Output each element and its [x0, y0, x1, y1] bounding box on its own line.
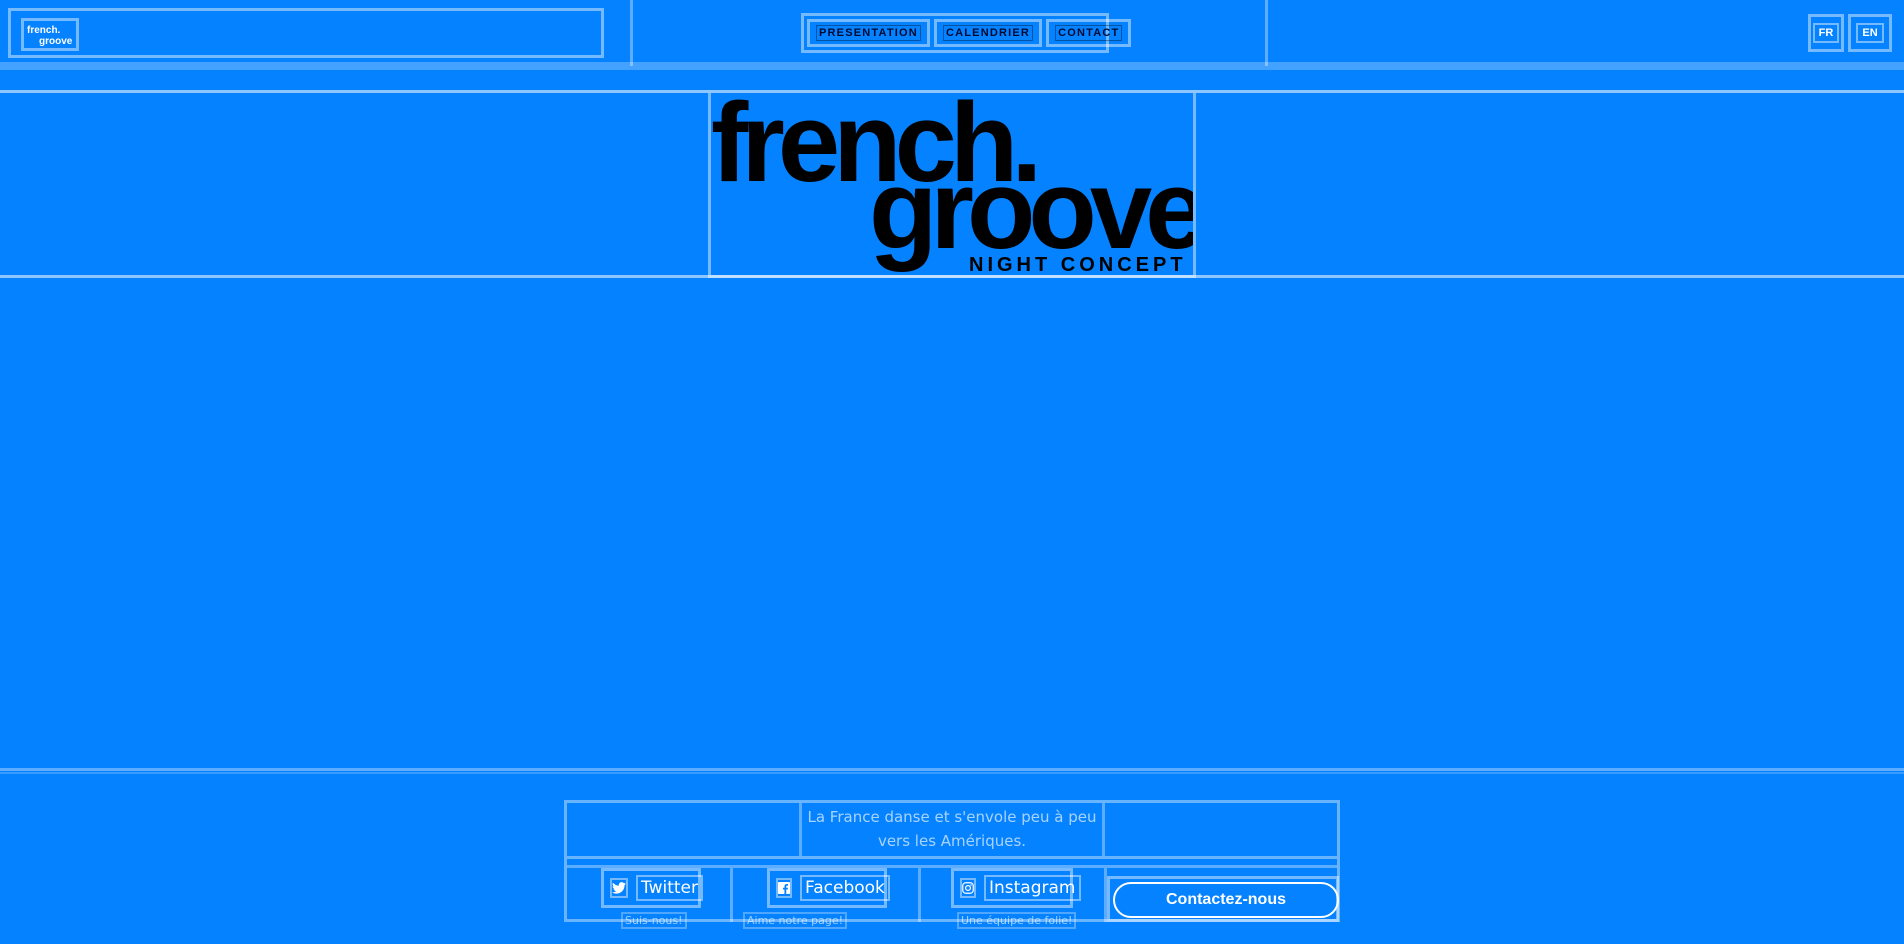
nav-calendrier-label: CALENDRIER [942, 25, 1034, 41]
header-logo[interactable]: french. groove [21, 18, 79, 51]
facebook-label: Facebook [800, 875, 890, 901]
small-logo-line2: groove [39, 36, 73, 47]
facebook-subtext: Aime notre page! [743, 912, 848, 929]
instagram-subtext: Une équipe de folie! [957, 912, 1077, 929]
small-logo-line1: french. [27, 25, 61, 36]
lang-en-label: EN [1856, 23, 1884, 43]
nav-presentation-label: PRESENTATION [816, 25, 921, 41]
hero-banner: french. groove NIGHT CONCEPT [0, 90, 1904, 278]
nav-presentation[interactable]: PRESENTATION [807, 19, 930, 47]
main-content [0, 278, 1904, 768]
lang-en-button[interactable]: EN [1848, 14, 1892, 52]
social-instagram-cell: Instagram Une équipe de folie! [921, 868, 1107, 929]
social-twitter-cell: Twitter Suis-nous! [567, 868, 733, 929]
twitter-subtext: Suis-nous! [621, 912, 687, 929]
nav-contact-label: CONTACT [1055, 25, 1123, 41]
social-links: Twitter Suis-nous! Facebook Aime notre p… [567, 865, 1339, 929]
main-nav: PRESENTATION CALENDRIER CONTACT [801, 13, 1132, 53]
french-groove-small-logo: french. groove [27, 25, 73, 47]
footer-tagline: La France danse et s'envole peu à peu ve… [799, 803, 1105, 856]
contact-cell: Contactez-nous [1107, 876, 1339, 922]
header-logo-area: french. groove [8, 8, 604, 58]
hero-logo: french. groove NIGHT CONCEPT [708, 93, 1196, 278]
facebook-icon [776, 878, 792, 898]
site-header: french. groove PRESENTATION CALENDRIER C… [0, 0, 1904, 70]
twitter-button[interactable]: Twitter [601, 868, 703, 908]
french-groove-logo: french. groove NIGHT CONCEPT [711, 93, 1193, 275]
hero-logo-line3: NIGHT CONCEPT [969, 254, 1187, 275]
header-nav-area: PRESENTATION CALENDRIER CONTACT [630, 0, 1268, 66]
lang-fr-label: FR [1812, 23, 1840, 43]
social-facebook-cell: Facebook Aime notre page! [733, 868, 921, 929]
facebook-button[interactable]: Facebook [767, 868, 890, 908]
lang-fr-button[interactable]: FR [1808, 14, 1844, 52]
site-footer: La France danse et s'envole peu à peu ve… [564, 800, 1340, 929]
instagram-button[interactable]: Instagram [951, 868, 1081, 908]
twitter-label: Twitter [636, 875, 703, 901]
header-divider [0, 62, 1904, 70]
footer-divider [0, 768, 1904, 774]
twitter-icon [610, 878, 628, 898]
nav-calendrier[interactable]: CALENDRIER [933, 19, 1043, 47]
contact-us-button[interactable]: Contactez-nous [1113, 882, 1339, 918]
nav-contact[interactable]: CONTACT [1046, 19, 1132, 47]
tagline-row: La France danse et s'envole peu à peu ve… [567, 803, 1337, 859]
instagram-label: Instagram [984, 875, 1081, 901]
instagram-icon [960, 878, 976, 898]
